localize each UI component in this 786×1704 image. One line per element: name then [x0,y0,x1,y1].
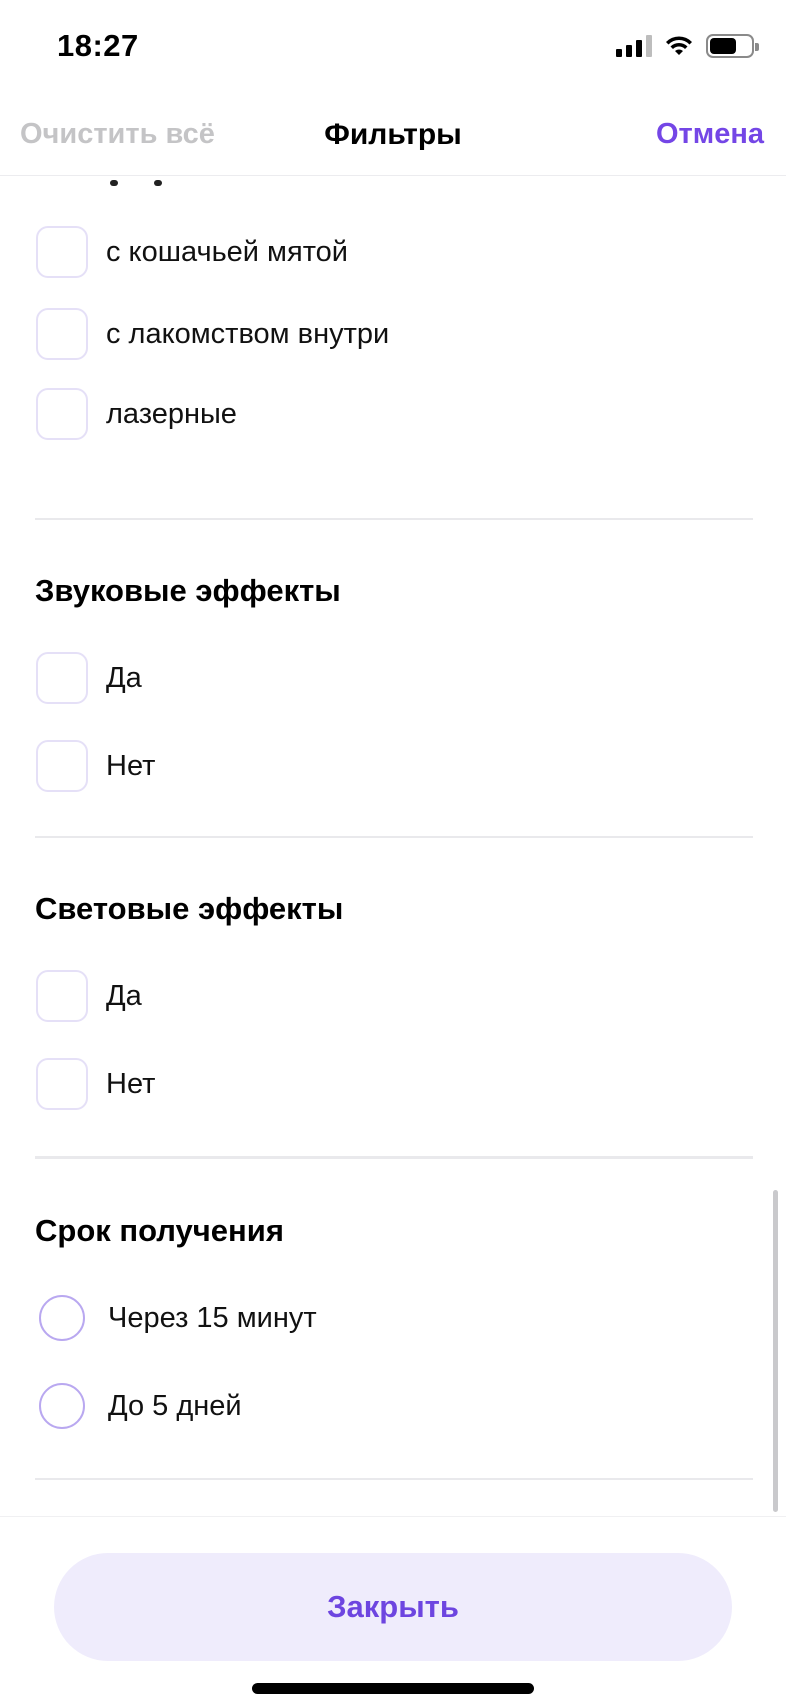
checkbox-option[interactable]: Нет [36,1058,155,1110]
checkbox[interactable] [36,1058,88,1110]
checkbox-option[interactable]: с лакомством внутри [36,308,389,360]
radio-button[interactable] [39,1295,85,1341]
option-label: Да [106,661,142,694]
status-icons [616,34,759,58]
option-label: Да [106,979,142,1012]
option-label: Через 15 минут [108,1301,317,1334]
cellular-signal-icon [616,35,652,57]
section-divider [35,1478,753,1480]
option-label: До 5 дней [108,1389,242,1422]
checkbox[interactable] [36,226,88,278]
section-title-delivery-time: Срок получения [35,1213,284,1248]
checkbox-option[interactable]: Да [36,970,142,1022]
filters-header: Очистить всё Фильтры Отмена [0,96,786,176]
section-title-sound-effects: Звуковые эффекты [35,573,341,608]
filters-list[interactable]: с кошачьей мятой с лакомством внутри лаз… [0,178,786,1516]
option-label: с кошачьей мятой [106,235,348,268]
clipped-text-fragment [110,178,170,200]
home-indicator [252,1683,534,1694]
checkbox-option[interactable]: Нет [36,740,155,792]
option-label: Нет [106,1067,156,1100]
option-label: с лакомством внутри [106,317,390,350]
checkbox-option[interactable]: Да [36,652,142,704]
cancel-button[interactable]: Отмена [656,118,764,151]
checkbox[interactable] [36,652,88,704]
section-divider [35,518,753,520]
status-bar: 18:27 [0,0,786,96]
section-divider [35,836,753,838]
close-button[interactable]: Закрыть [54,1553,732,1661]
checkbox[interactable] [36,740,88,792]
section-divider [35,1156,753,1159]
checkbox[interactable] [36,308,88,360]
radio-button[interactable] [39,1383,85,1429]
scrollbar[interactable] [773,1190,778,1512]
checkbox[interactable] [36,388,88,440]
radio-option[interactable]: До 5 дней [36,1380,242,1432]
checkbox-option[interactable]: с кошачьей мятой [36,226,348,278]
checkbox-option[interactable]: лазерные [36,388,237,440]
checkbox[interactable] [36,970,88,1022]
filters-screen: 18:27 Очистить всё Фильтры Отмена с коша… [0,0,786,1704]
section-title-light-effects: Световые эффекты [35,891,344,926]
filters-footer: Закрыть [0,1516,786,1704]
status-time: 18:27 [57,28,139,63]
wifi-icon [666,36,692,55]
radio-option[interactable]: Через 15 минут [36,1292,317,1344]
battery-icon [706,34,759,58]
option-label: Нет [106,749,156,782]
option-label: лазерные [106,397,237,430]
